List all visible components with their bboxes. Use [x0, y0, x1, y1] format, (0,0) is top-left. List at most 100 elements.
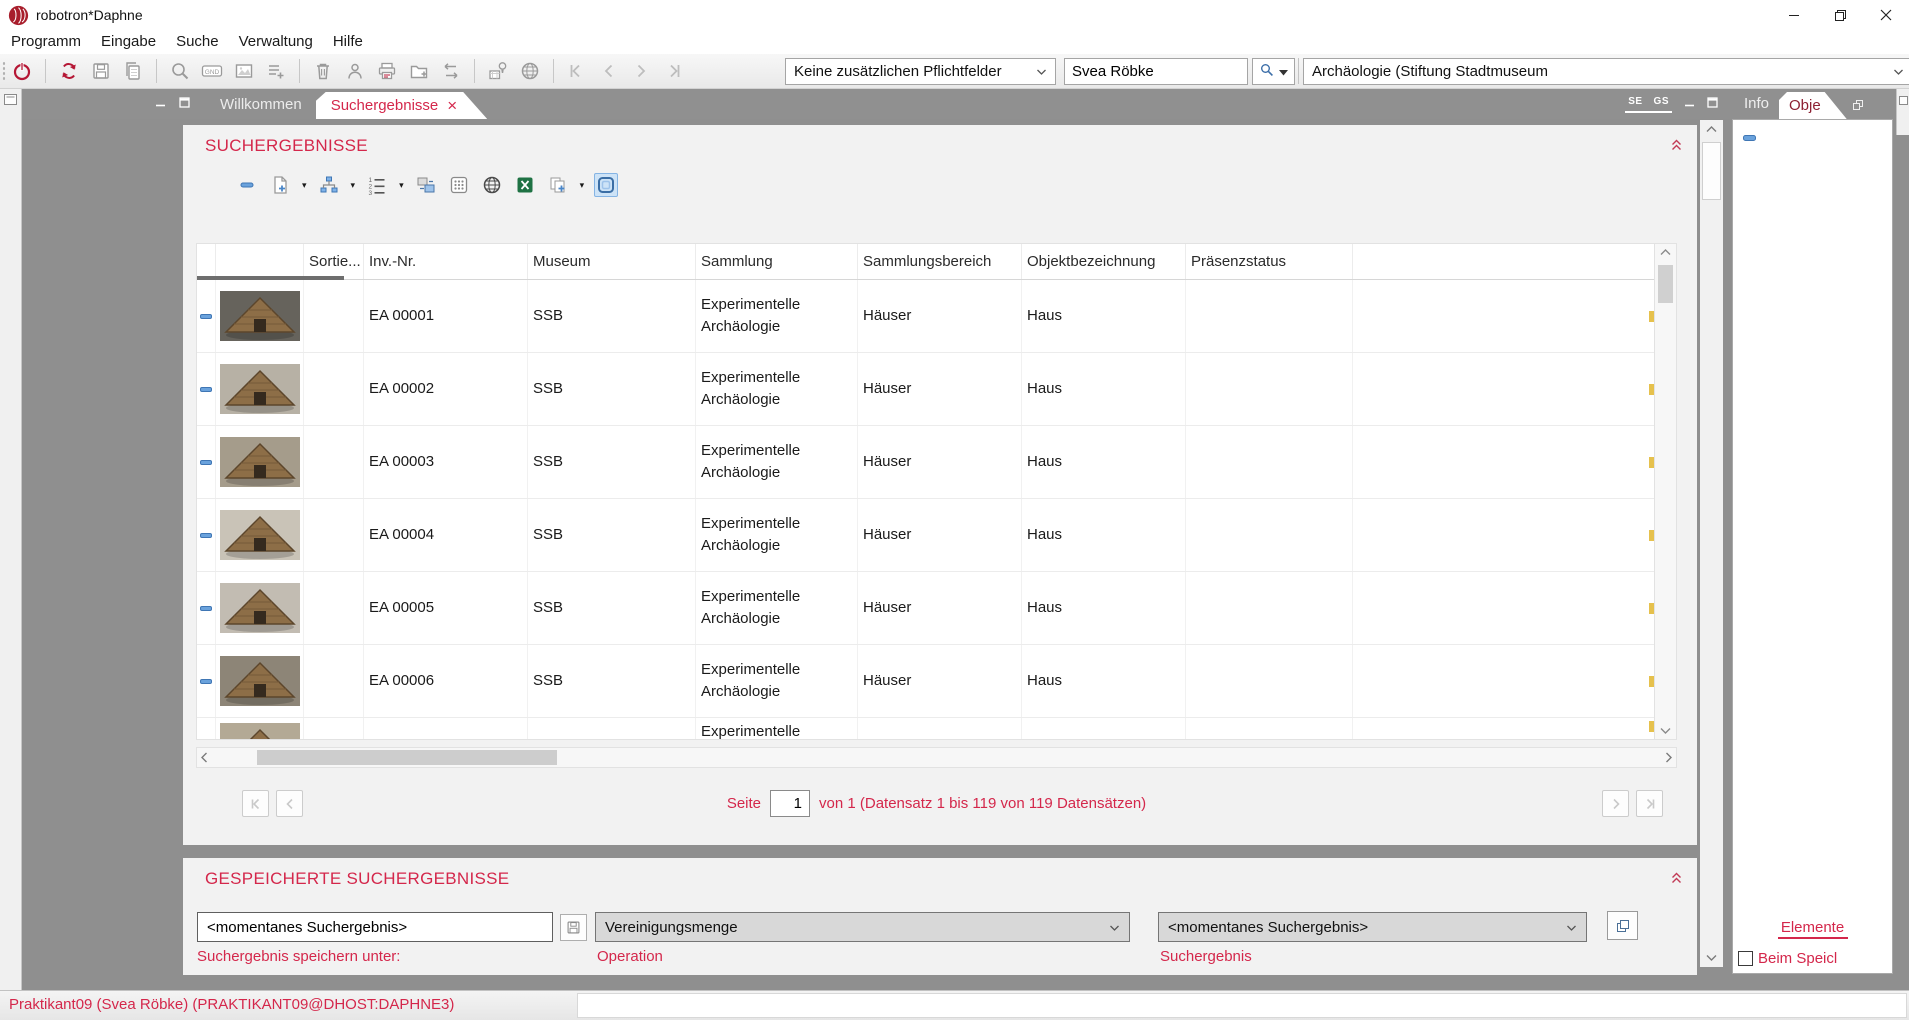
- delete-icon[interactable]: [310, 58, 336, 84]
- row-collapse-handle-icon[interactable]: [200, 606, 212, 611]
- panel-maximize-icon[interactable]: [1707, 95, 1718, 113]
- collapse-section-icon[interactable]: [1670, 138, 1683, 157]
- page-next-icon[interactable]: [1602, 790, 1629, 817]
- main-vertical-scrollbar[interactable]: [1700, 120, 1723, 967]
- dropdown-caret-icon[interactable]: ▾: [580, 180, 585, 191]
- menu-programm[interactable]: Programm: [1, 30, 91, 54]
- gnd-icon[interactable]: GND: [199, 58, 225, 84]
- close-tab-icon[interactable]: ×: [447, 97, 457, 114]
- list-add-icon[interactable]: [263, 58, 289, 84]
- hierarchy-icon[interactable]: [317, 173, 341, 197]
- globe-dark-icon[interactable]: [480, 173, 504, 197]
- numbered-list-icon[interactable]: 123: [365, 173, 389, 197]
- dropdown-caret-icon[interactable]: ▾: [351, 180, 356, 191]
- dropdown-caret-icon[interactable]: ▾: [302, 180, 307, 191]
- swap-icon[interactable]: [438, 58, 464, 84]
- globe-icon[interactable]: [517, 58, 543, 84]
- collapse-minus-icon[interactable]: [235, 173, 259, 197]
- scroll-right-icon[interactable]: [1665, 751, 1673, 769]
- table-row[interactable]: EA 00001SSBExperimentelle ArchäologieHäu…: [197, 280, 1676, 353]
- minimize-icon[interactable]: [1771, 0, 1817, 30]
- saved-result-dropdown[interactable]: <momentanes Suchergebnis>: [1158, 912, 1587, 942]
- search-split-button[interactable]: [1252, 58, 1295, 85]
- dropdown-caret-icon[interactable]: ▾: [399, 180, 404, 191]
- copy-add-icon[interactable]: [546, 173, 570, 197]
- close-icon[interactable]: [1863, 0, 1909, 30]
- excel-icon[interactable]: [513, 173, 537, 197]
- table-row[interactable]: EA 00004SSBExperimentelle ArchäologieHäu…: [197, 499, 1676, 572]
- column-header-museum[interactable]: Museum: [528, 244, 696, 279]
- restore-icon[interactable]: [1817, 0, 1863, 30]
- column-header-inv[interactable]: Inv.-Nr.: [364, 244, 528, 279]
- menu-eingabe[interactable]: Eingabe: [91, 30, 166, 54]
- row-collapse-handle-icon[interactable]: [200, 314, 212, 319]
- row-collapse-handle-icon[interactable]: [200, 679, 212, 684]
- page-number-input[interactable]: [770, 790, 810, 817]
- tabgroup-maximize-icon[interactable]: [179, 95, 190, 113]
- collapsed-right-panel-strip[interactable]: [1896, 89, 1909, 135]
- table-row[interactable]: EA 00005SSBExperimentelle ArchäologieHäu…: [197, 572, 1676, 645]
- scrollbar-thumb[interactable]: [1702, 142, 1721, 200]
- nav-prev-icon[interactable]: [596, 58, 622, 84]
- print-icon[interactable]: [374, 58, 400, 84]
- float-panel-icon[interactable]: [1852, 98, 1864, 116]
- row-collapse-handle-icon[interactable]: [200, 533, 212, 538]
- scroll-down-icon[interactable]: [1655, 727, 1676, 735]
- column-header-sort[interactable]: Sortie...: [304, 244, 364, 279]
- beim-speichern-checkbox[interactable]: [1738, 951, 1753, 966]
- multimedia-icon[interactable]: [485, 58, 511, 84]
- nav-last-icon[interactable]: [660, 58, 686, 84]
- context-dropdown[interactable]: Archäologie (Stiftung Stadtmuseum: [1303, 58, 1909, 85]
- collapse-section-icon[interactable]: [1670, 871, 1683, 890]
- tab-info[interactable]: Info: [1744, 89, 1769, 119]
- scroll-down-icon[interactable]: [1700, 954, 1723, 962]
- menu-suche[interactable]: Suche: [166, 30, 229, 54]
- image-icon[interactable]: [231, 58, 257, 84]
- nav-next-icon[interactable]: [628, 58, 654, 84]
- combine-results-button[interactable]: [1607, 911, 1638, 940]
- column-header-objekt[interactable]: Objektbezeichnung: [1022, 244, 1186, 279]
- view-mode-icon[interactable]: [594, 173, 618, 197]
- page-last-icon[interactable]: [1636, 790, 1663, 817]
- tab-suchergebnisse[interactable]: Suchergebnisse×: [316, 92, 488, 119]
- column-header-praesenz[interactable]: Präsenzstatus: [1186, 244, 1353, 279]
- collapsed-left-panel-strip[interactable]: [0, 89, 22, 990]
- menu-verwaltung[interactable]: Verwaltung: [229, 30, 323, 54]
- pflichtfelder-dropdown[interactable]: Keine zusätzlichen Pflichtfelder: [785, 58, 1056, 85]
- operation-dropdown[interactable]: Vereinigungsmenge: [595, 912, 1130, 942]
- table-row[interactable]: EA 00006SSBExperimentelle ArchäologieHäu…: [197, 645, 1676, 718]
- collapse-handle-icon[interactable]: [1743, 128, 1756, 146]
- panel-restore-icon[interactable]: [4, 92, 17, 110]
- table-row[interactable]: Experimentelle: [197, 718, 1676, 740]
- user-search-input[interactable]: [1065, 63, 1247, 80]
- scrollbar-thumb[interactable]: [1658, 265, 1673, 303]
- power-icon[interactable]: [9, 58, 35, 84]
- table-row[interactable]: EA 00003SSBExperimentelle ArchäologieHäu…: [197, 426, 1676, 499]
- save-icon[interactable]: [88, 58, 114, 84]
- scroll-left-icon[interactable]: [200, 751, 208, 769]
- nav-first-icon[interactable]: [564, 58, 590, 84]
- scroll-up-icon[interactable]: [1655, 248, 1676, 256]
- person-icon[interactable]: [342, 58, 368, 84]
- panel-restore-icon[interactable]: [1899, 92, 1908, 110]
- row-collapse-handle-icon[interactable]: [200, 460, 212, 465]
- grid-icon[interactable]: [447, 173, 471, 197]
- column-header-thumb[interactable]: [216, 244, 304, 279]
- copy-icon[interactable]: [120, 58, 146, 84]
- panel-minimize-icon[interactable]: [1684, 95, 1695, 113]
- toolbar-grip[interactable]: [2, 61, 6, 82]
- tab-objekt[interactable]: Obje: [1779, 92, 1847, 119]
- save-result-button[interactable]: [560, 914, 587, 941]
- layout-icon[interactable]: [414, 173, 438, 197]
- report-add-icon[interactable]: [268, 173, 292, 197]
- table-row[interactable]: EA 00002SSBExperimentelle ArchäologieHäu…: [197, 353, 1676, 426]
- column-header-sammlung[interactable]: Sammlung: [696, 244, 858, 279]
- tabgroup-minimize-icon[interactable]: [155, 95, 166, 113]
- column-header-bereich[interactable]: Sammlungsbereich: [858, 244, 1022, 279]
- save-name-input[interactable]: [197, 912, 553, 942]
- scrollbar-thumb[interactable]: [257, 750, 557, 765]
- se-gs-labels[interactable]: SE GS: [1625, 95, 1672, 113]
- refresh-icon[interactable]: [56, 58, 82, 84]
- table-horizontal-scrollbar[interactable]: [196, 747, 1677, 768]
- row-collapse-handle-icon[interactable]: [200, 387, 212, 392]
